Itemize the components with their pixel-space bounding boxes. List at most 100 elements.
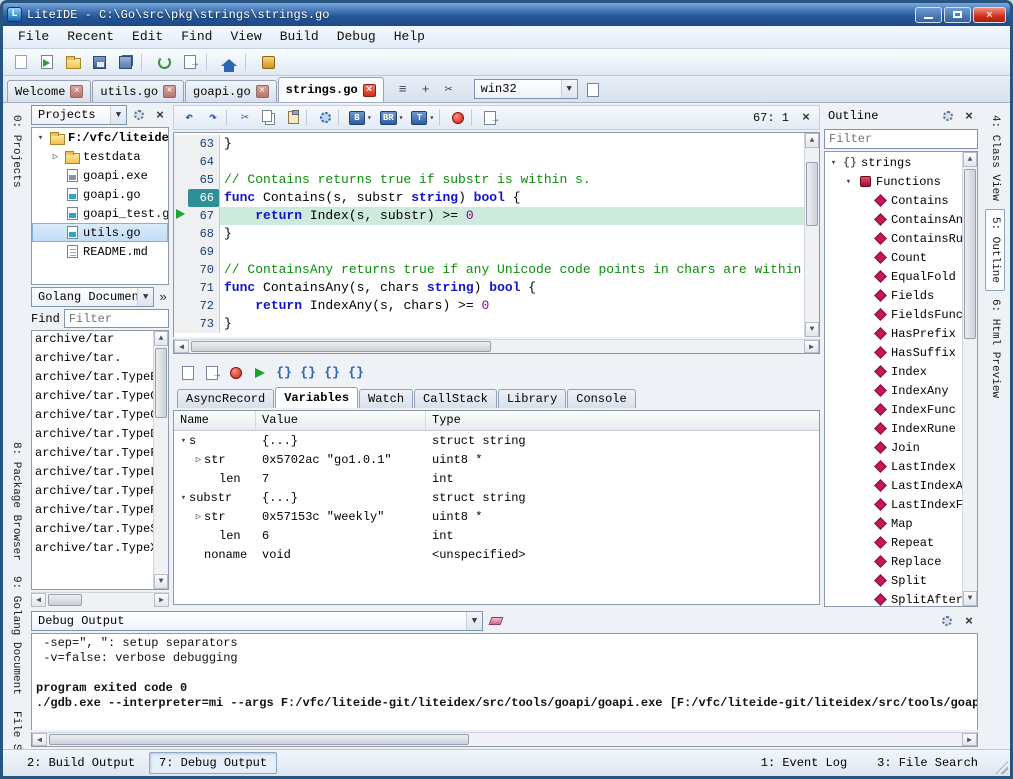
- save-all-icon[interactable]: [113, 51, 137, 73]
- cut-icon[interactable]: ✂: [234, 107, 256, 128]
- outline-item[interactable]: IndexFunc: [825, 400, 962, 419]
- run-to-line-icon[interactable]: {}: [345, 362, 367, 383]
- split-editor-icon[interactable]: +: [416, 80, 436, 99]
- debug-output-close-button[interactable]: ×: [960, 612, 978, 630]
- clear-output-button[interactable]: [487, 612, 505, 630]
- gutter[interactable]: 67: [174, 207, 220, 225]
- outline-item[interactable]: Index: [825, 362, 962, 381]
- document-list-item[interactable]: archive/tar.TypeChar: [32, 388, 153, 407]
- variable-row[interactable]: str 0x5702ac "go1.0.1" uint8 *: [174, 450, 819, 469]
- debug-tab-asyncrecord[interactable]: AsyncRecord: [177, 389, 274, 408]
- tree-expander-icon[interactable]: [843, 177, 854, 187]
- outline-item[interactable]: Replace: [825, 552, 962, 571]
- outline-item[interactable]: Fields: [825, 286, 962, 305]
- gutter[interactable]: 73: [174, 315, 220, 333]
- code-line[interactable]: 70// ContainsAny returns true if any Uni…: [174, 261, 804, 279]
- outline-item[interactable]: HasPrefix: [825, 324, 962, 343]
- code-line[interactable]: 64: [174, 153, 804, 171]
- code-line[interactable]: 71func ContainsAny(s, chars string) bool…: [174, 279, 804, 297]
- side-tab-package-browser[interactable]: 8: Package Browser: [6, 434, 26, 569]
- tree-expander-icon[interactable]: [50, 152, 61, 162]
- save-file-icon[interactable]: [87, 51, 111, 73]
- resize-grip[interactable]: [995, 761, 1008, 774]
- menu-file[interactable]: File: [9, 26, 58, 48]
- column-header-name[interactable]: Name: [174, 411, 256, 430]
- maximize-button[interactable]: [944, 7, 971, 23]
- gutter[interactable]: 64: [174, 153, 220, 171]
- variable-row[interactable]: str 0x57153c "weekly" uint8 *: [174, 507, 819, 526]
- tree-item-goapi-exe[interactable]: goapi.exe: [32, 166, 168, 185]
- target-env-combo[interactable]: win32 ▼: [474, 79, 578, 99]
- code-line[interactable]: 69: [174, 243, 804, 261]
- scroll-left-icon[interactable]: ◀: [174, 340, 189, 353]
- gutter[interactable]: 69: [174, 243, 220, 261]
- scroll-up-icon[interactable]: ▲: [963, 152, 977, 167]
- scrollbar-thumb[interactable]: [964, 169, 976, 339]
- gutter[interactable]: 70: [174, 261, 220, 279]
- status-debug-output-button[interactable]: 7: Debug Output: [149, 752, 277, 774]
- side-tab-golang-document[interactable]: 9: Golang Document: [6, 568, 26, 703]
- outline-item[interactable]: LastIndex: [825, 457, 962, 476]
- variable-row[interactable]: noname void <unspecified>: [174, 545, 819, 564]
- outline-menu-button[interactable]: [939, 107, 957, 125]
- code-line[interactable]: 72 return IndexAny(s, chars) >= 0: [174, 297, 804, 315]
- document-list-item[interactable]: archive/tar.TypeLink: [32, 464, 153, 483]
- continue-icon[interactable]: [249, 362, 271, 383]
- side-tab-html-preview[interactable]: 6: Html Preview: [985, 291, 1005, 406]
- status-event-log-button[interactable]: 1: Event Log: [751, 752, 857, 774]
- menu-edit[interactable]: Edit: [123, 26, 172, 48]
- document-list-item[interactable]: archive/tar.: [32, 350, 153, 369]
- variable-row[interactable]: s {...} struct string: [174, 431, 819, 450]
- menu-view[interactable]: View: [221, 26, 270, 48]
- code-line[interactable]: 68}: [174, 225, 804, 243]
- outline-filter-input[interactable]: [824, 129, 978, 149]
- variable-row[interactable]: substr {...} struct string: [174, 488, 819, 507]
- close-editor-icon[interactable]: ✂: [439, 80, 459, 99]
- close-editor-view-button[interactable]: ×: [797, 109, 815, 127]
- status-file-search-button[interactable]: 3: File Search: [867, 752, 988, 774]
- overflow-chevron-icon[interactable]: »: [157, 290, 169, 305]
- scrollbar-thumb[interactable]: [48, 594, 82, 606]
- outline-item[interactable]: FieldsFunc: [825, 305, 962, 324]
- scrollbar-thumb[interactable]: [806, 162, 818, 226]
- editor-list-icon[interactable]: ≡: [393, 80, 413, 99]
- debug-output-console[interactable]: -sep=", ": setup separators -v=false: ve…: [31, 633, 978, 730]
- scroll-left-icon[interactable]: ◀: [31, 593, 46, 607]
- gutter[interactable]: 68: [174, 225, 220, 243]
- debug-tab-variables[interactable]: Variables: [275, 387, 358, 408]
- title-bar[interactable]: L LiteIDE - C:\Go\src\pkg\strings\string…: [3, 3, 1010, 26]
- remove-watch-icon[interactable]: [201, 362, 223, 383]
- debug-tab-library[interactable]: Library: [498, 389, 566, 408]
- outline-item[interactable]: EqualFold: [825, 267, 962, 286]
- debug-output-combo[interactable]: Debug Output ▼: [31, 611, 483, 631]
- tree-expander-icon[interactable]: [193, 512, 204, 522]
- insert-watch-icon[interactable]: [177, 362, 199, 383]
- step-into-icon[interactable]: {}: [273, 362, 295, 383]
- open-file-icon[interactable]: [35, 51, 59, 73]
- open-folder-icon[interactable]: [61, 51, 85, 73]
- scrollbar-thumb[interactable]: [155, 348, 167, 418]
- document-list-item[interactable]: archive/tar.TypeCont: [32, 407, 153, 426]
- scroll-left-icon[interactable]: ◀: [32, 733, 47, 746]
- export-file-icon[interactable]: [178, 51, 202, 73]
- tab-close-icon[interactable]: ×: [70, 85, 83, 98]
- document-list-vscrollbar[interactable]: ▲ ▼: [153, 331, 168, 589]
- outline-strings[interactable]: strings: [825, 153, 962, 172]
- close-button[interactable]: ✕: [973, 7, 1006, 23]
- outline-functions[interactable]: Functions: [825, 172, 962, 191]
- debug-tab-console[interactable]: Console: [567, 389, 635, 408]
- outline-item[interactable]: Join: [825, 438, 962, 457]
- find-filter-input[interactable]: [64, 309, 169, 328]
- column-header-type[interactable]: Type: [426, 411, 819, 430]
- step-over-icon[interactable]: {}: [297, 362, 319, 383]
- side-tab-class-view[interactable]: 4: Class View: [985, 107, 1005, 209]
- document-list-item[interactable]: archive/tar.TypeReg: [32, 483, 153, 502]
- outline-item[interactable]: IndexRune: [825, 419, 962, 438]
- debug-tab-watch[interactable]: Watch: [359, 389, 413, 408]
- reload-file-icon[interactable]: [152, 51, 176, 73]
- tree-expander-icon[interactable]: [35, 133, 46, 143]
- debug-start-button[interactable]: [447, 107, 469, 128]
- status-build-output-button[interactable]: 2: Build Output: [17, 752, 145, 774]
- test-menu-button[interactable]: T: [408, 107, 437, 128]
- side-tab-outline[interactable]: 5: Outline: [985, 209, 1005, 291]
